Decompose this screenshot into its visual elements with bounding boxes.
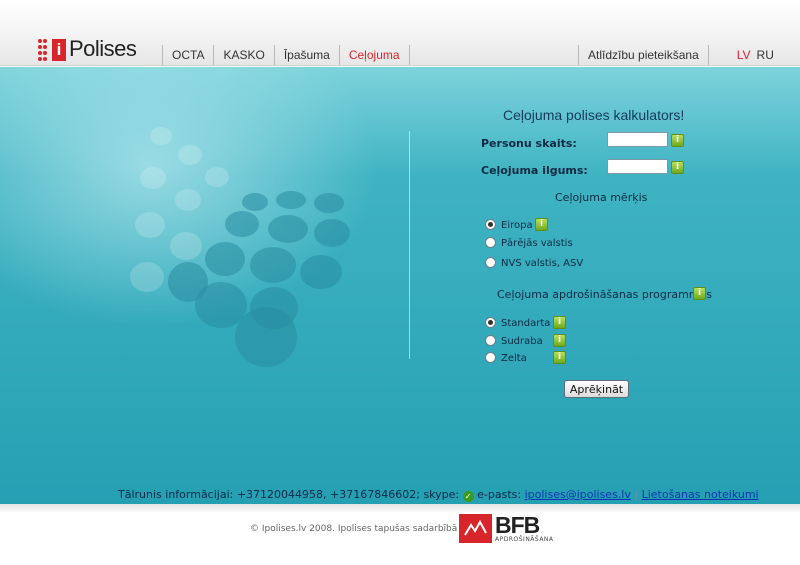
bfb-logo[interactable]: BFB APDROŠINĀŠANA bbox=[459, 512, 554, 543]
info-icon[interactable]: i bbox=[535, 218, 548, 231]
bg-bubble bbox=[300, 255, 342, 289]
main-panel: Ceļojuma polises kalkulators! Personu sk… bbox=[0, 67, 800, 504]
lang-lv[interactable]: LV bbox=[737, 45, 751, 65]
program-radio-standarta[interactable] bbox=[485, 317, 496, 328]
bg-bubble bbox=[130, 262, 164, 292]
bg-bubble bbox=[170, 232, 202, 260]
bg-bubble bbox=[250, 247, 296, 283]
persons-label: Personu skaits: bbox=[481, 137, 577, 150]
bg-bubble bbox=[242, 193, 268, 211]
bg-bubble bbox=[140, 167, 166, 189]
phone-text: Tālrunis informācijai: +37120044958, +37… bbox=[118, 488, 460, 501]
bg-bubble bbox=[276, 191, 306, 209]
skype-status-icon[interactable]: ✓ bbox=[462, 491, 474, 502]
separator: | bbox=[634, 488, 639, 501]
terms-link[interactable]: Lietošanas noteikumi bbox=[642, 488, 759, 501]
program-label-standarta: Standarta bbox=[501, 318, 551, 329]
footer-band bbox=[0, 504, 800, 512]
info-icon[interactable]: i bbox=[671, 161, 684, 174]
logo-mark: i bbox=[38, 34, 66, 64]
programs-title: Ceļojuma apdrošināšanas programmas bbox=[497, 288, 712, 301]
destination-label-eiropa: Eiropa bbox=[501, 220, 533, 231]
info-icon[interactable]: i bbox=[693, 287, 706, 300]
nav-celojuma[interactable]: Ceļojuma bbox=[338, 45, 410, 65]
bg-bubble bbox=[150, 127, 172, 145]
logo-letter: i bbox=[52, 39, 66, 61]
duration-label: Ceļojuma ilgums: bbox=[481, 164, 588, 177]
info-icon[interactable]: i bbox=[553, 334, 566, 347]
destination-radio-eiropa[interactable] bbox=[485, 219, 496, 230]
destination-radio-nvs[interactable] bbox=[485, 257, 496, 268]
info-icon[interactable]: i bbox=[671, 134, 684, 147]
purpose-title: Ceļojuma mērķis bbox=[555, 191, 648, 204]
bg-bubble bbox=[178, 145, 202, 165]
vertical-divider bbox=[409, 131, 410, 359]
destination-label-nvs: NVS valstis, ASV bbox=[501, 258, 584, 269]
bfb-logo-sub: APDROŠINĀŠANA bbox=[495, 536, 554, 543]
persons-input[interactable] bbox=[607, 132, 668, 147]
main-nav: OCTA KASKO Īpašuma Ceļojuma bbox=[162, 44, 410, 66]
copyright-text: © Ipolises.lv 2008. Ipolises tapušas sad… bbox=[250, 524, 470, 534]
destination-radio-parejas[interactable] bbox=[485, 237, 496, 248]
bg-bubble bbox=[205, 242, 245, 276]
nav-kasko[interactable]: KASKO bbox=[213, 45, 273, 65]
lang-ru[interactable]: RU bbox=[757, 45, 774, 65]
logo-text: Polises bbox=[69, 36, 137, 61]
bg-bubble bbox=[135, 212, 165, 238]
info-icon[interactable]: i bbox=[553, 316, 566, 329]
bfb-logo-text: BFB bbox=[495, 512, 540, 538]
duration-input[interactable] bbox=[607, 159, 668, 174]
bfb-mark bbox=[459, 514, 492, 543]
bg-bubble bbox=[225, 211, 259, 237]
bg-bubble bbox=[314, 193, 344, 213]
program-radio-sudraba[interactable] bbox=[485, 335, 496, 346]
contact-info: Tālrunis informācijai: +37120044958, +37… bbox=[118, 488, 759, 502]
logo-dots bbox=[38, 36, 52, 64]
destination-label-parejas: Pārējās valstis bbox=[501, 238, 573, 249]
bg-bubble bbox=[205, 167, 229, 187]
program-radio-zelta[interactable] bbox=[485, 352, 496, 363]
site-logo[interactable]: i Polises bbox=[38, 34, 137, 64]
bg-bubble bbox=[314, 219, 350, 247]
program-label-zelta: Zelta bbox=[501, 353, 527, 364]
bg-bubble bbox=[235, 307, 297, 367]
info-icon[interactable]: i bbox=[553, 351, 566, 364]
calculator-title: Ceļojuma polises kalkulators! bbox=[503, 107, 685, 123]
email-prefix: e-pasts: bbox=[477, 488, 522, 501]
nav-claims[interactable]: Atlīdzību pieteikšana bbox=[578, 45, 709, 65]
program-label-sudraba: Sudraba bbox=[501, 336, 543, 347]
nav-octa[interactable]: OCTA bbox=[162, 45, 213, 65]
calculate-button[interactable]: Aprēķināt bbox=[564, 380, 629, 398]
nav-ipasuma[interactable]: Īpašuma bbox=[273, 45, 339, 65]
secondary-nav: Atlīdzību pieteikšana LV RU bbox=[578, 44, 774, 66]
bg-bubble bbox=[175, 189, 201, 211]
email-link[interactable]: ipolises@ipolises.lv bbox=[525, 488, 631, 501]
site-header: i Polises OCTA KASKO Īpašuma Ceļojuma At… bbox=[0, 0, 800, 66]
bg-bubble bbox=[268, 215, 308, 243]
